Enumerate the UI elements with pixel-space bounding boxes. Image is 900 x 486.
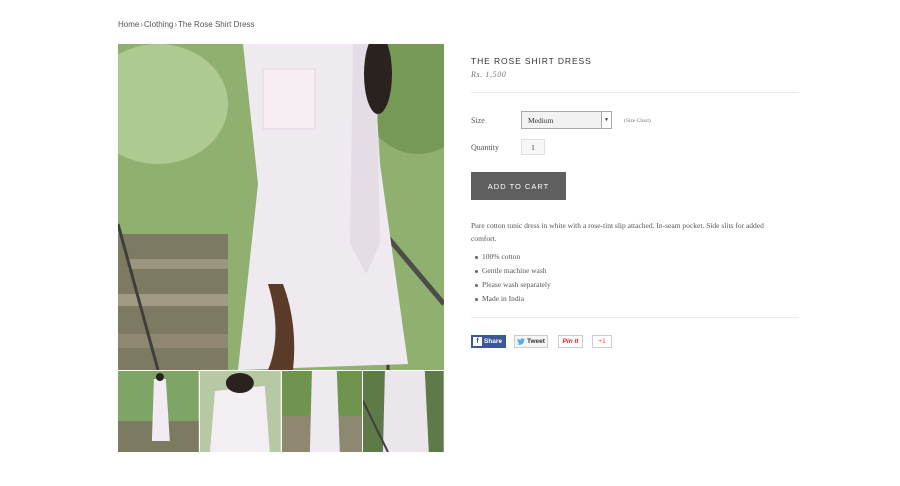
bullet-icon (475, 270, 478, 273)
breadcrumb: Home›Clothing›The Rose Shirt Dress (118, 20, 255, 29)
bullet-icon (475, 284, 478, 287)
list-item: 100% cotton (471, 250, 551, 264)
divider (471, 92, 799, 93)
breadcrumb-clothing-link[interactable]: Clothing (144, 20, 173, 29)
thumbnail-photo (363, 371, 444, 452)
breadcrumb-current: The Rose Shirt Dress (178, 20, 255, 29)
product-photo (118, 44, 444, 370)
thumbnail-4[interactable] (363, 371, 444, 452)
gplus-button[interactable]: +1 (592, 335, 612, 348)
product-price: Rs. 1,500 (471, 70, 507, 79)
twitter-tweet-button[interactable]: Tweet (514, 335, 548, 348)
thumbnail-1[interactable] (118, 371, 199, 452)
list-item: Please wash separately (471, 278, 551, 292)
thumbnail-strip (118, 371, 444, 452)
list-item: Made in India (471, 292, 551, 306)
product-main-image[interactable] (118, 44, 444, 370)
thumbnail-photo (118, 371, 199, 452)
size-select-value: Medium (528, 116, 554, 125)
feature-text: 100% cotton (482, 252, 521, 261)
divider (471, 317, 799, 318)
twitter-tweet-label: Tweet (527, 338, 545, 345)
quantity-label: Quantity (471, 143, 499, 152)
product-description: Pure cotton tunic dress in white with a … (471, 221, 764, 243)
size-label: Size (471, 116, 485, 125)
feature-text: Please wash separately (482, 280, 551, 289)
caret-down-icon: ▼ (601, 112, 611, 128)
bullet-icon (475, 256, 478, 259)
facebook-icon: f (473, 337, 482, 346)
twitter-bird-icon (517, 338, 525, 345)
breadcrumb-home-link[interactable]: Home (118, 20, 139, 29)
add-to-cart-button[interactable]: ADD TO CART (471, 172, 566, 200)
quantity-input[interactable]: 1 (521, 139, 545, 155)
product-title: THE ROSE SHIRT DRESS (471, 56, 592, 66)
thumbnail-photo (199, 371, 281, 452)
thumbnail-2[interactable] (199, 371, 281, 452)
facebook-share-button[interactable]: f Share (471, 335, 506, 348)
product-features-list: 100% cotton Gentle machine wash Please w… (471, 250, 551, 306)
thumbnail-photo (281, 371, 363, 452)
bullet-icon (475, 298, 478, 301)
list-item: Gentle machine wash (471, 264, 551, 278)
pinterest-pin-button[interactable]: Pin it (558, 335, 583, 348)
thumbnail-3[interactable] (281, 371, 363, 452)
feature-text: Gentle machine wash (482, 266, 547, 275)
size-chart-link[interactable]: (Size Chart) (624, 118, 651, 124)
facebook-share-label: Share (484, 338, 503, 345)
size-select[interactable]: Medium ▼ (521, 111, 612, 129)
feature-text: Made in India (482, 294, 525, 303)
